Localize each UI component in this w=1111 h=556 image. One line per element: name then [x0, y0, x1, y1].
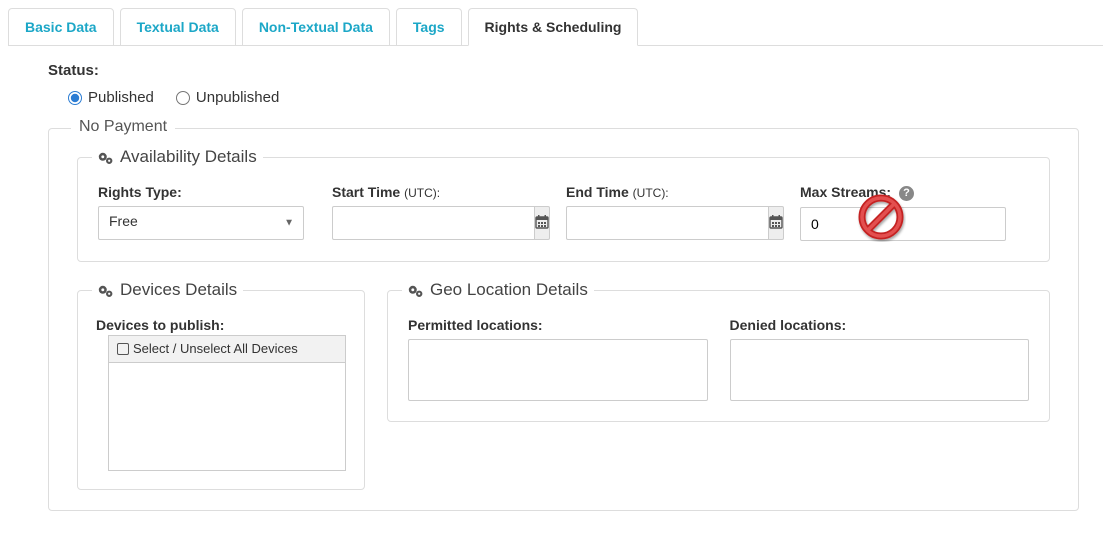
max-streams-label: Max Streams: ? — [800, 184, 1006, 201]
rights-type-field: Rights Type: Free ▼ — [98, 184, 304, 241]
geo-title: Geo Location Details — [402, 280, 594, 300]
geo-fieldset: Geo Location Details Permitted locations… — [387, 290, 1050, 422]
gears-icon — [98, 283, 114, 297]
gears-icon — [98, 150, 114, 164]
no-payment-legend: No Payment — [71, 118, 175, 136]
radio-published-label: Published — [88, 89, 154, 106]
status-section: Status: Published Unpublished — [48, 62, 1079, 106]
start-time-label: Start Time (UTC): — [332, 184, 538, 200]
radio-unpublished-label: Unpublished — [196, 89, 279, 106]
max-streams-input[interactable] — [800, 207, 1006, 241]
end-time-field: End Time (UTC): — [566, 184, 772, 241]
calendar-icon — [535, 215, 549, 232]
denied-locations-label: Denied locations: — [730, 317, 1030, 333]
calendar-icon — [769, 215, 783, 232]
max-streams-field: Max Streams: ? — [800, 184, 1006, 241]
rights-type-select[interactable]: Free — [98, 206, 304, 240]
devices-publish-label: Devices to publish: — [96, 317, 346, 333]
status-label: Status: — [48, 62, 1079, 79]
availability-title: Availability Details — [92, 147, 263, 167]
permitted-locations-input[interactable] — [408, 339, 708, 401]
no-payment-fieldset: No Payment Availability Details Rights T… — [48, 128, 1079, 511]
start-time-calendar-button[interactable] — [535, 206, 550, 240]
rights-type-label: Rights Type: — [98, 184, 304, 200]
radio-unpublished-input[interactable] — [176, 91, 190, 105]
end-time-label: End Time (UTC): — [566, 184, 772, 200]
end-time-calendar-button[interactable] — [769, 206, 784, 240]
checkbox-icon — [117, 343, 129, 355]
devices-fieldset: Devices Details Devices to publish: Sele… — [77, 290, 365, 490]
start-time-field: Start Time (UTC): — [332, 184, 538, 241]
select-all-devices-button[interactable]: Select / Unselect All Devices — [108, 335, 346, 363]
devices-list[interactable] — [108, 363, 346, 471]
tab-tags[interactable]: Tags — [396, 8, 462, 46]
tab-basic-data[interactable]: Basic Data — [8, 8, 114, 46]
gears-icon — [408, 283, 424, 297]
radio-published-input[interactable] — [68, 91, 82, 105]
tab-rights-scheduling[interactable]: Rights & Scheduling — [468, 8, 639, 46]
tabs-bar: Basic Data Textual Data Non-Textual Data… — [8, 8, 1103, 46]
devices-title: Devices Details — [92, 280, 243, 300]
permitted-locations-label: Permitted locations: — [408, 317, 708, 333]
denied-locations-field: Denied locations: — [730, 317, 1030, 401]
help-icon[interactable]: ? — [899, 186, 914, 201]
start-time-input[interactable] — [332, 206, 535, 240]
radio-unpublished[interactable]: Unpublished — [176, 89, 279, 106]
permitted-locations-field: Permitted locations: — [408, 317, 708, 401]
radio-published[interactable]: Published — [68, 89, 154, 106]
availability-fieldset: Availability Details Rights Type: Free ▼… — [77, 157, 1050, 262]
denied-locations-input[interactable] — [730, 339, 1030, 401]
tab-textual-data[interactable]: Textual Data — [120, 8, 236, 46]
end-time-input[interactable] — [566, 206, 769, 240]
tab-non-textual-data[interactable]: Non-Textual Data — [242, 8, 390, 46]
